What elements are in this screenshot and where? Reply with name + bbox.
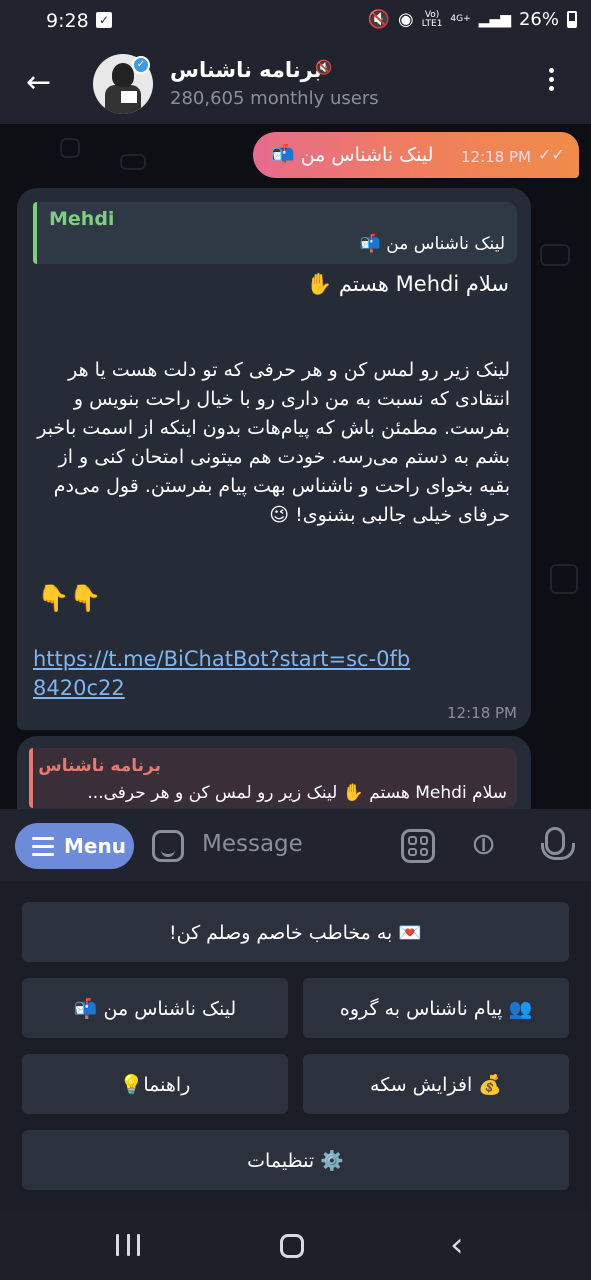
chat-subtitle: 280,605 monthly users bbox=[170, 88, 379, 109]
background-pattern bbox=[540, 244, 570, 266]
reply-author: Mehdi bbox=[49, 208, 115, 230]
pointing-down-emoji: 👇👇 bbox=[37, 584, 102, 614]
sticker-icon[interactable] bbox=[152, 830, 184, 862]
connect-button[interactable]: 💌 به مخاطب خاصم وصلم کن! bbox=[22, 902, 569, 962]
add-coins-button[interactable]: 💰 افزایش سکه bbox=[303, 1054, 569, 1114]
muted-icon: 🔇 bbox=[315, 60, 333, 76]
bot-keyboard-icon[interactable] bbox=[401, 829, 435, 863]
attach-icon[interactable]: ⊘ bbox=[462, 823, 505, 866]
battery-percent: 26% bbox=[518, 9, 559, 30]
outgoing-text: لینک ناشناس من 📬 bbox=[271, 144, 434, 166]
bot-menu-button[interactable]: Menu bbox=[15, 823, 134, 869]
greeting-text: سلام Mehdi هستم ✋ bbox=[306, 272, 509, 296]
more-options-icon[interactable] bbox=[549, 68, 555, 95]
chat-title[interactable]: برنامه ناشناس bbox=[170, 58, 322, 82]
notification-check-icon: ✓ bbox=[96, 12, 112, 28]
system-nav-bar: ‹ bbox=[0, 1211, 591, 1280]
4g-label: 4G+ bbox=[450, 14, 471, 24]
incoming-time: 12:18 PM bbox=[447, 704, 517, 722]
home-icon[interactable] bbox=[280, 1234, 304, 1258]
hamburger-icon bbox=[32, 837, 54, 861]
microphone-icon[interactable] bbox=[541, 827, 575, 860]
battery-icon bbox=[567, 11, 577, 28]
chat-header: ← ✓ برنامه ناشناس 🔇 280,605 monthly user… bbox=[0, 42, 591, 124]
double-check-icon: ✓✓ bbox=[538, 145, 565, 164]
network-bottom: LTE1 bbox=[421, 18, 443, 29]
signal-icon: ▂▄▆ bbox=[478, 11, 511, 28]
message-composer: Menu Message ⊘ bbox=[0, 809, 591, 881]
reply-quote[interactable]: برنامه ناشناس سلام Mehdi هستم ✋ لینک زیر… bbox=[29, 748, 517, 808]
back-arrow-icon[interactable]: ← bbox=[26, 68, 51, 98]
bot-keyboard: 💌 به مخاطب خاصم وصلم کن! 👥 پیام ناشناس ب… bbox=[0, 881, 591, 1211]
hotspot-icon: ◉ bbox=[398, 9, 414, 30]
my-link-button[interactable]: لینک ناشناس من 📬 bbox=[22, 978, 288, 1038]
incoming-message[interactable]: Mehdi لینک ناشناس من 📬 سلام Mehdi هستم ✋… bbox=[17, 188, 531, 730]
invite-link[interactable]: https://t.me/BiChatBot?start=sc-0fb8420c… bbox=[33, 645, 413, 703]
background-pattern bbox=[550, 564, 578, 594]
background-pattern bbox=[60, 138, 80, 158]
network-label: Vo) LTE1 bbox=[421, 10, 443, 29]
avatar-document bbox=[120, 90, 138, 104]
outgoing-time: 12:18 PM bbox=[461, 148, 531, 166]
message-input[interactable]: Message bbox=[202, 831, 303, 857]
help-button[interactable]: راهنما💡 bbox=[22, 1054, 288, 1114]
status-time: 9:28 bbox=[46, 10, 89, 32]
message-body: لینک زیر رو لمس کن و هر حرفی که تو دلت ه… bbox=[37, 359, 510, 526]
outgoing-message[interactable]: لینک ناشناس من 📬 12:18 PM ✓✓ bbox=[253, 132, 579, 178]
menu-label: Menu bbox=[64, 834, 126, 858]
group-message-button[interactable]: 👥 پیام ناشناس به گروه bbox=[303, 978, 569, 1038]
reply-text: لینک ناشناس من 📬 bbox=[359, 234, 505, 254]
settings-button[interactable]: ⚙️ تنظیمات bbox=[22, 1130, 569, 1190]
reply-quote[interactable]: Mehdi لینک ناشناس من 📬 bbox=[33, 202, 517, 264]
incoming-message-partial[interactable]: برنامه ناشناس سلام Mehdi هستم ✋ لینک زیر… bbox=[17, 736, 531, 809]
status-bar: 9:28 ✓ 🔇 ◉ Vo) LTE1 4G+ ▂▄▆ 26% bbox=[0, 0, 591, 42]
avatar-head bbox=[112, 63, 134, 87]
back-chevron-icon[interactable]: ‹ bbox=[450, 1225, 464, 1265]
reply-text: سلام Mehdi هستم ✋ لینک زیر رو لمس کن و ه… bbox=[87, 783, 507, 803]
message-list[interactable]: لینک ناشناس من 📬 12:18 PM ✓✓ Mehdi لینک … bbox=[0, 124, 591, 809]
reply-author: برنامه ناشناس bbox=[38, 756, 161, 776]
recents-icon[interactable] bbox=[116, 1234, 140, 1256]
background-pattern bbox=[120, 154, 146, 170]
verified-badge-icon: ✓ bbox=[132, 56, 150, 74]
mute-status-icon: 🔇 bbox=[367, 9, 391, 30]
